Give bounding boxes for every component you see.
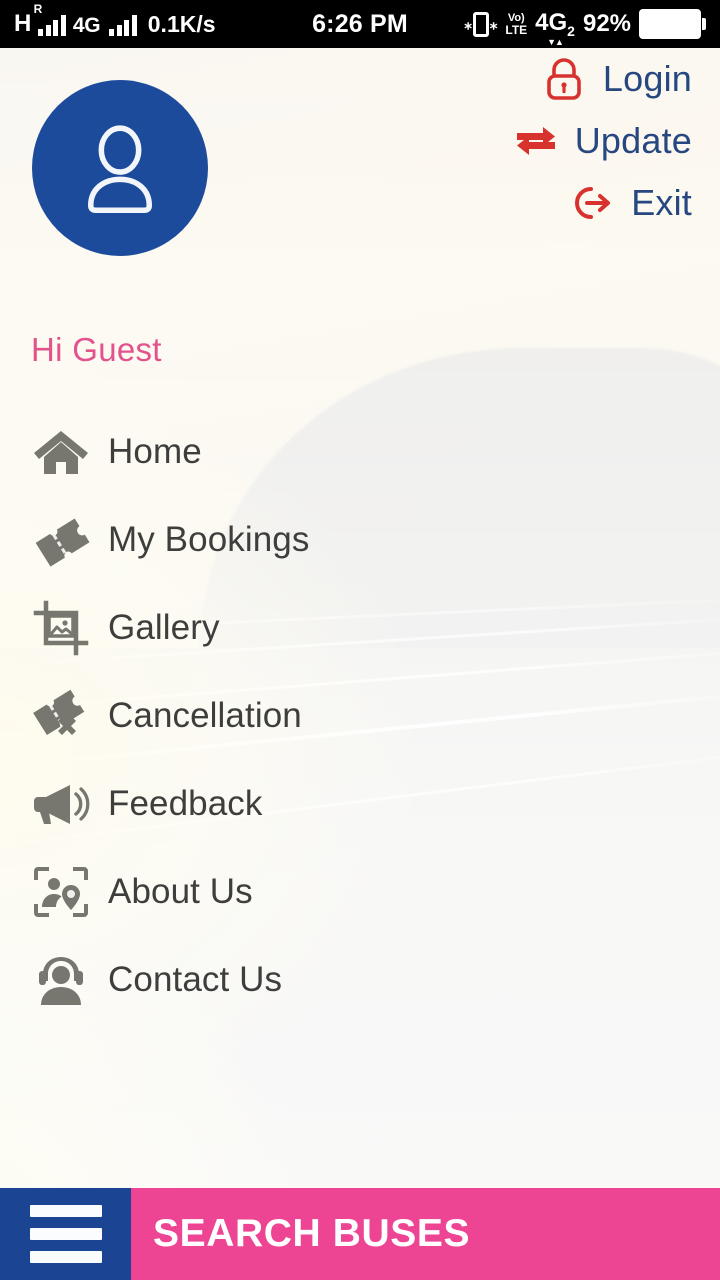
menu-item-gallery-label: Gallery xyxy=(108,608,220,647)
home-icon xyxy=(30,421,92,483)
header-actions: Login Update Exit xyxy=(513,56,692,226)
network-label-sim2: 4G xyxy=(72,14,101,37)
data-transfer-arrows-icon: ▼▲ xyxy=(547,37,564,48)
signal-bars-sim1-icon xyxy=(38,14,66,36)
sim2-network-indicator: 4G2 ▼▲ xyxy=(535,8,575,47)
drawer-content: Login Update Exit Hi Guest Home My Booki… xyxy=(0,48,720,1280)
megaphone-icon xyxy=(30,773,92,835)
login-button[interactable]: Login xyxy=(541,56,692,102)
network-type-label: H xyxy=(14,10,32,37)
menu-item-about-us[interactable]: About Us xyxy=(0,848,720,936)
drawer-menu: Home My Bookings Gallery Cancellation Fe… xyxy=(0,408,720,1024)
status-bar-center: 6:26 PM xyxy=(312,10,408,39)
menu-item-feedback[interactable]: Feedback xyxy=(0,760,720,848)
menu-item-feedback-label: Feedback xyxy=(108,784,263,823)
app-screen: HR 4G 0.1K/s 6:26 PM ⁎ ⁎ Vo) LTE 4G2 ▼▲ 9… xyxy=(0,0,720,1280)
status-bar-left: HR 4G 0.1K/s xyxy=(14,3,312,37)
update-label: Update xyxy=(574,120,692,161)
menu-item-my-bookings[interactable]: My Bookings xyxy=(0,496,720,584)
hamburger-menu-icon[interactable] xyxy=(0,1188,131,1280)
headset-person-icon xyxy=(30,949,92,1011)
volte-top-label: Vo) xyxy=(507,11,525,24)
menu-item-gallery[interactable]: Gallery xyxy=(0,584,720,672)
person-location-frame-icon xyxy=(30,861,92,923)
menu-item-contact-us[interactable]: Contact Us xyxy=(0,936,720,1024)
volte-bottom-label: LTE xyxy=(505,22,528,37)
user-avatar-icon xyxy=(87,125,153,214)
roaming-label: R xyxy=(33,2,43,16)
search-buses-label: SEARCH BUSES xyxy=(153,1212,471,1255)
image-crop-icon xyxy=(30,597,92,659)
network-type-indicator: HR xyxy=(14,3,42,37)
greeting-label: Hi Guest xyxy=(31,331,162,368)
sim2-network-label: 4G xyxy=(535,8,568,36)
lock-icon xyxy=(541,56,587,102)
bottom-bar: SEARCH BUSES xyxy=(0,1188,720,1280)
login-label: Login xyxy=(602,58,692,99)
swap-arrows-icon xyxy=(513,118,559,164)
logout-icon xyxy=(569,180,615,226)
ticket-icon xyxy=(30,509,92,571)
signal-bars-sim2-icon xyxy=(109,14,137,36)
menu-item-home[interactable]: Home xyxy=(0,408,720,496)
data-speed-label: 0.1K/s xyxy=(147,11,216,37)
menu-item-my-bookings-label: My Bookings xyxy=(108,520,310,559)
update-button[interactable]: Update xyxy=(513,118,692,164)
status-bar-right: ⁎ ⁎ Vo) LTE 4G2 ▼▲ 92% xyxy=(408,8,707,47)
battery-percent-label: 92% xyxy=(582,10,632,37)
menu-item-about-us-label: About Us xyxy=(108,872,253,911)
ticket-cancel-icon xyxy=(30,685,92,747)
avatar[interactable] xyxy=(32,80,208,256)
sim2-index-label: 2 xyxy=(567,22,575,39)
battery-icon xyxy=(639,9,707,39)
status-bar-clock: 6:26 PM xyxy=(312,9,408,38)
menu-item-home-label: Home xyxy=(108,432,202,471)
menu-item-cancellation-label: Cancellation xyxy=(108,696,302,735)
exit-button[interactable]: Exit xyxy=(569,180,692,226)
volte-icon: Vo) LTE xyxy=(505,11,528,37)
vibrate-mode-icon: ⁎ ⁎ xyxy=(464,11,497,37)
menu-item-cancellation[interactable]: Cancellation xyxy=(0,672,720,760)
menu-item-contact-us-label: Contact Us xyxy=(108,960,283,999)
status-bar: HR 4G 0.1K/s 6:26 PM ⁎ ⁎ Vo) LTE 4G2 ▼▲ 9… xyxy=(0,0,720,48)
search-buses-button[interactable]: SEARCH BUSES xyxy=(131,1188,720,1280)
exit-label: Exit xyxy=(631,182,692,223)
